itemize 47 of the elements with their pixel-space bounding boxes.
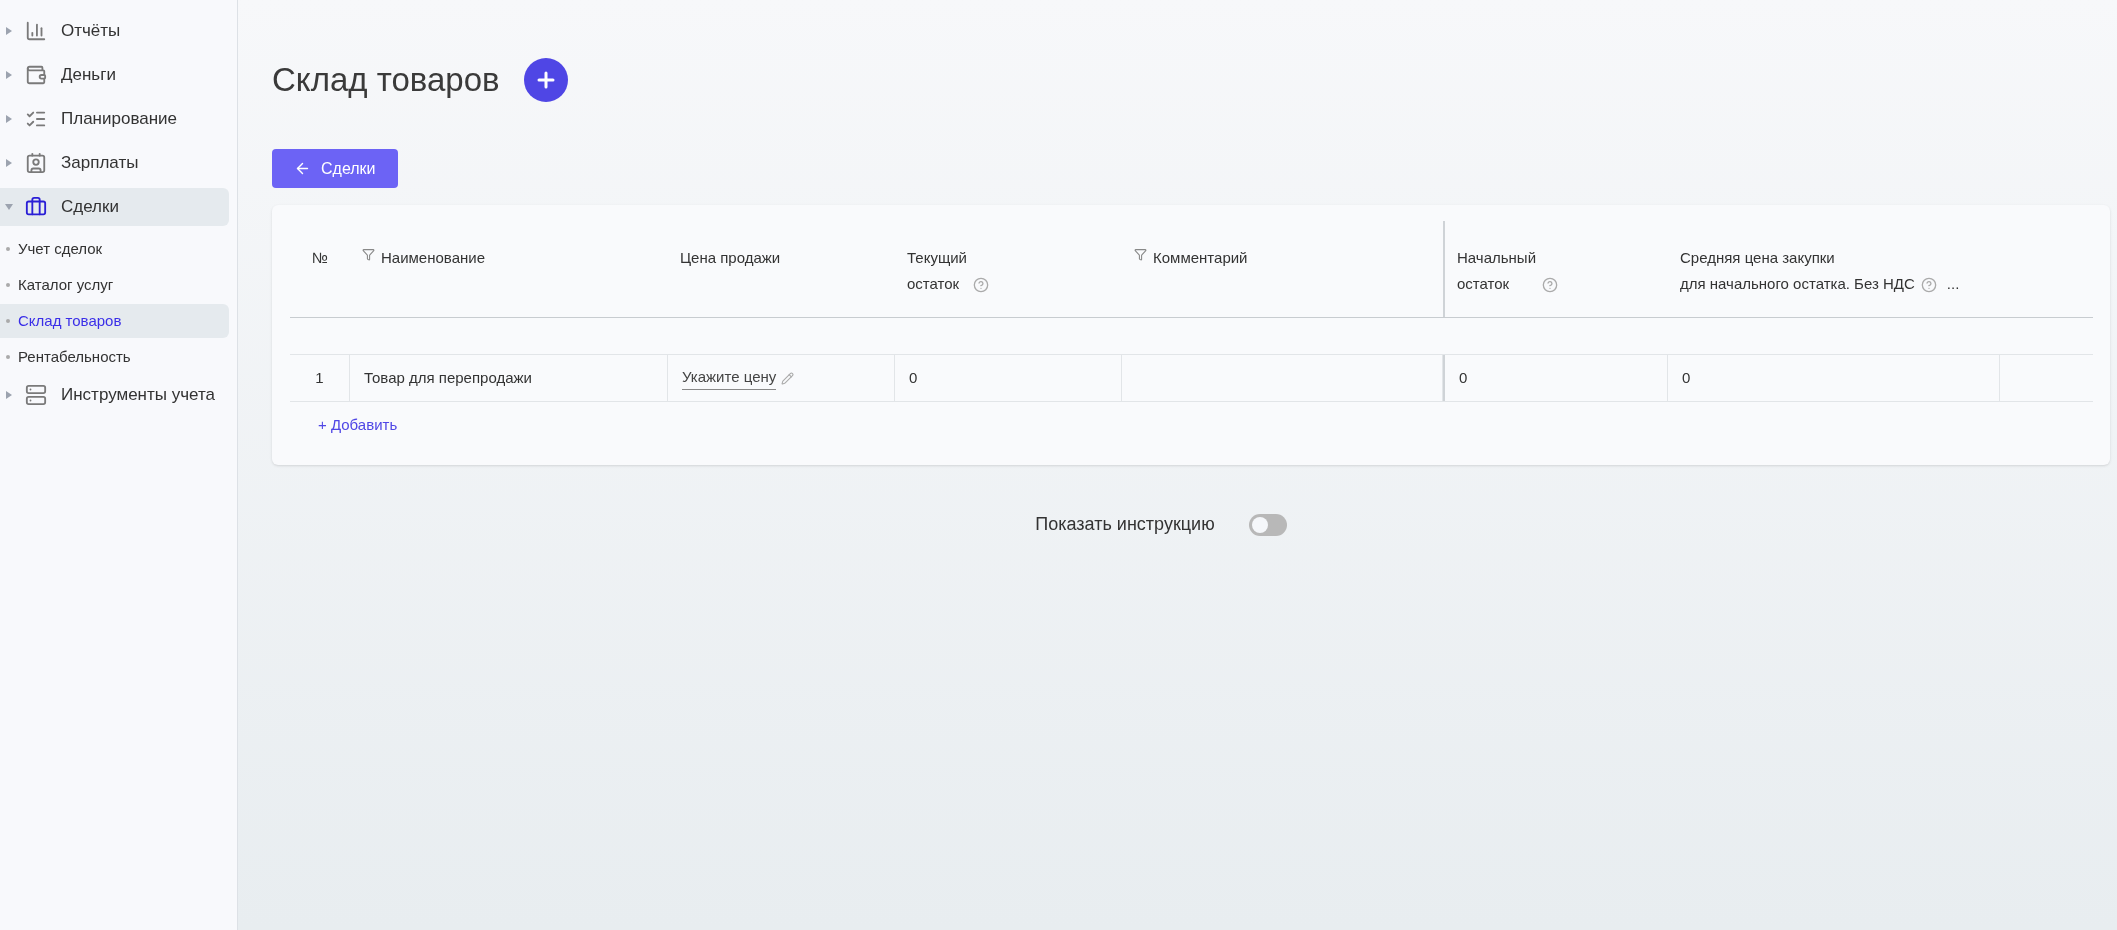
sidebar-item[interactable]: Отчёты xyxy=(0,12,229,50)
add-link[interactable]: + Добавить xyxy=(318,414,398,437)
briefcase-icon xyxy=(25,196,47,218)
column-header: Средняя цена закупки для начального остатка. Без НДС ... xyxy=(1668,221,2000,317)
chart-icon xyxy=(25,20,47,42)
caret-icon[interactable] xyxy=(5,159,13,167)
back-button[interactable]: Сделки xyxy=(272,149,398,188)
caret-icon[interactable] xyxy=(5,203,13,211)
price-input[interactable]: Укажите цену xyxy=(682,366,777,390)
table-cell-text: Товар для перепродажи xyxy=(364,367,532,388)
sidebar-subitem[interactable]: Каталог услуг xyxy=(0,268,229,302)
caret-icon[interactable] xyxy=(5,71,13,79)
caret-icon[interactable] xyxy=(5,27,13,35)
sidebar-item[interactable]: Планирование xyxy=(0,100,229,138)
sidebar-item[interactable]: Инструменты учета xyxy=(0,376,229,414)
caret-icon[interactable] xyxy=(5,115,13,123)
sidebar-item[interactable]: Деньги xyxy=(0,56,229,94)
column-header: Комментарий xyxy=(1122,221,1443,317)
sidebar-subitem[interactable]: Склад товаров xyxy=(0,304,229,338)
help-icon[interactable] xyxy=(973,277,989,293)
column-header: Текущий остаток xyxy=(895,221,1122,317)
toggle-label: Показать инструкцию xyxy=(1035,513,1215,536)
help-icon[interactable] xyxy=(1542,277,1558,293)
column-header: Цена продажи xyxy=(679,248,782,268)
table-cell-text: 0 xyxy=(1459,367,1468,388)
sidebar-subitem[interactable]: Учет сделок xyxy=(0,232,229,266)
table-cell-text: 0 xyxy=(909,367,918,388)
add-button[interactable] xyxy=(523,58,568,102)
server-icon xyxy=(25,384,47,406)
table-cell-text: 1 xyxy=(315,367,324,388)
sidebar-item[interactable]: Сделки xyxy=(0,188,229,226)
column-header: Наименование xyxy=(350,221,668,317)
caret-icon[interactable] xyxy=(5,391,13,399)
column-header: № xyxy=(310,248,330,268)
filter-icon[interactable] xyxy=(362,248,375,261)
instruction-toggle[interactable] xyxy=(1248,513,1287,536)
sidebar-item[interactable]: Зарплаты xyxy=(0,144,229,182)
pencil-icon[interactable] xyxy=(781,371,795,385)
table-cell-text: 0 xyxy=(1682,367,1691,388)
column-header: Начальный остаток xyxy=(1443,221,1668,317)
badge-icon xyxy=(25,152,47,174)
help-icon[interactable] xyxy=(1920,277,1937,293)
sidebar-subitem[interactable]: Рентабельность xyxy=(0,340,229,374)
wallet-icon xyxy=(25,64,47,86)
page-title: Склад товаров xyxy=(272,60,500,101)
filter-icon[interactable] xyxy=(1134,248,1147,261)
more-indicator[interactable]: ... xyxy=(1946,271,1960,297)
